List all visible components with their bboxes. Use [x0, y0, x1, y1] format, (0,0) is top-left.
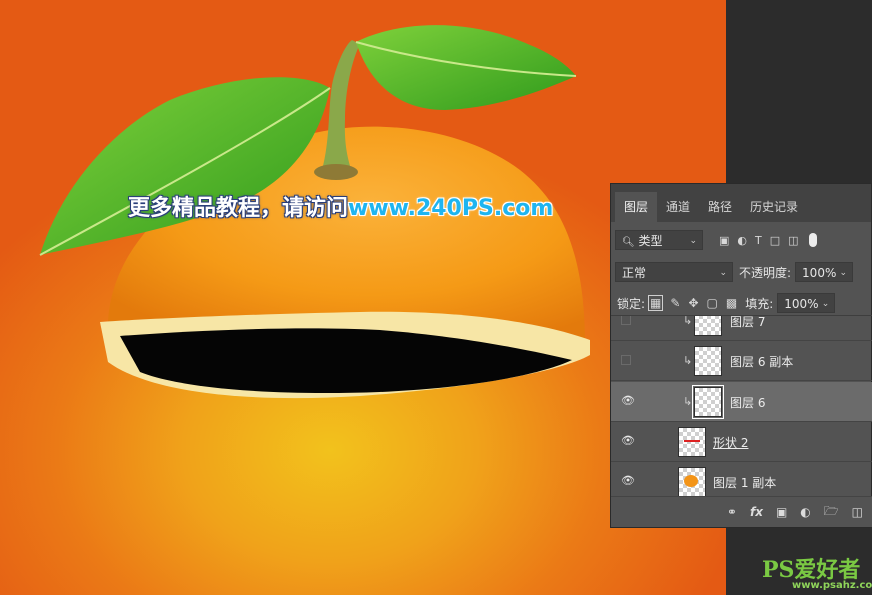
layer-thumbnail: [678, 467, 706, 496]
tab-paths[interactable]: 路径: [699, 192, 741, 222]
clip-arrow-icon: ↳: [683, 395, 693, 408]
layer-row-7[interactable]: ↳ 图层 7: [611, 316, 872, 341]
mask-icon[interactable]: ▣: [776, 505, 787, 519]
filter-icons: ▣ ◐ T □ ◫: [719, 234, 799, 247]
shape-filter-icon[interactable]: □: [770, 234, 780, 247]
filter-row: 🔍︎ 类型 ⌄ ▣ ◐ T □ ◫: [611, 230, 872, 250]
opacity-label: 不透明度:: [739, 265, 792, 280]
clip-arrow-icon: ↳: [683, 354, 693, 367]
watermark: PS爱好者 www.psahz.com: [762, 552, 872, 591]
search-icon: 🔍︎: [622, 237, 635, 248]
layer-thumbnail: [678, 427, 706, 457]
lock-position-icon[interactable]: ✥: [688, 296, 698, 310]
tab-layers[interactable]: 图层: [615, 192, 658, 222]
adjustment-icon[interactable]: ◐: [800, 505, 810, 519]
chevron-down-icon: ⌄: [689, 236, 697, 246]
tab-history[interactable]: 历史记录: [741, 192, 807, 222]
layer-thumbnail: [692, 385, 724, 419]
fill-input[interactable]: 100% ⌄: [777, 293, 836, 313]
fill-value: 100%: [784, 297, 819, 311]
promo-url: www.240PS.com: [348, 196, 554, 221]
layers-panel: 图层 通道 路径 历史记录 🔍︎ 类型 ⌄ ▣ ◐ T □ ◫ 正常 ⌄ 不透明…: [610, 183, 872, 528]
watermark-url: www.psahz.com: [792, 580, 872, 591]
folder-icon[interactable]: 🗁︎: [824, 502, 839, 523]
clip-arrow-icon: ↳: [683, 316, 693, 327]
promo-text-part1: 更多精品教程，请访问: [128, 196, 349, 221]
panel-tabs: 图层 通道 路径 历史记录: [611, 184, 871, 222]
blend-mode-value: 正常: [622, 266, 647, 280]
layer-name[interactable]: 图层 6: [730, 394, 765, 411]
orange-thumbnail-icon: [684, 475, 698, 487]
eye-icon[interactable]: 👁︎: [621, 435, 635, 447]
opacity-value: 100%: [802, 266, 837, 280]
chevron-down-icon: ⌄: [821, 299, 830, 309]
filter-toggle[interactable]: [808, 233, 817, 247]
blend-mode-select[interactable]: 正常 ⌄: [615, 262, 733, 282]
layer-thumbnail: [694, 346, 722, 376]
link-icon[interactable]: ⚭: [727, 505, 737, 519]
layer-name[interactable]: 图层 1 副本: [713, 474, 776, 491]
eye-icon[interactable]: 👁︎: [621, 475, 635, 487]
promo-text: 更多精品教程，请访问www.240PS.com: [128, 190, 553, 222]
lock-all-icon[interactable]: ▩: [726, 296, 737, 310]
chevron-down-icon: ⌄: [719, 268, 727, 278]
lock-pixels-icon[interactable]: ✎: [670, 296, 680, 310]
layer-row-6[interactable]: 👁︎ ↳ 图层 6: [611, 382, 872, 422]
right-leaf: [356, 25, 576, 110]
fill-label: 填充:: [745, 296, 774, 311]
layer-thumbnail: [694, 316, 722, 336]
lock-row: 锁定: ▦ ✎ ✥ ▢ ▩ 填充: 100% ⌄: [611, 293, 872, 313]
opacity-input[interactable]: 100% ⌄: [795, 262, 854, 282]
layer-name[interactable]: 图层 7: [730, 316, 765, 330]
smart-object-filter-icon[interactable]: ◫: [788, 234, 798, 247]
new-layer-icon[interactable]: ◫: [852, 505, 863, 519]
layer-name[interactable]: 图层 6 副本: [730, 353, 793, 370]
lock-icons: ▦ ✎ ✥ ▢ ▩: [648, 295, 737, 311]
blend-row: 正常 ⌄ 不透明度: 100% ⌄: [611, 262, 872, 282]
fx-icon[interactable]: fx: [750, 505, 763, 519]
image-filter-icon[interactable]: ▣: [719, 234, 729, 247]
layer-name[interactable]: 形状 2: [713, 434, 748, 451]
layer-row-1-copy[interactable]: 👁︎ 图层 1 副本: [611, 462, 872, 496]
layer-list: ↳ 图层 7 ↳ 图层 6 副本 👁︎ ↳ 图层 6 👁︎ 形状 2 👁︎ 图层…: [611, 316, 872, 496]
tab-channels[interactable]: 通道: [657, 192, 699, 222]
layer-row-6-copy[interactable]: ↳ 图层 6 副本: [611, 341, 872, 381]
type-filter-icon[interactable]: T: [755, 234, 762, 247]
filter-kind-select[interactable]: 🔍︎ 类型 ⌄: [615, 230, 703, 250]
lock-label: 锁定:: [617, 296, 646, 311]
layer-row-shape-2[interactable]: 👁︎ 形状 2: [611, 422, 872, 462]
lock-artboard-icon[interactable]: ▢: [707, 296, 718, 310]
panel-footer: ⚭ fx ▣ ◐ 🗁︎ ◫: [611, 496, 872, 527]
visibility-off-box[interactable]: [621, 316, 631, 325]
adjustment-filter-icon[interactable]: ◐: [737, 234, 747, 247]
lock-transparency-icon[interactable]: ▦: [648, 295, 664, 311]
visibility-off-box[interactable]: [621, 355, 631, 365]
filter-kind-label: 类型: [638, 234, 663, 248]
eye-icon[interactable]: 👁︎: [621, 395, 635, 407]
shape-stroke-icon: [684, 440, 700, 442]
chevron-down-icon: ⌄: [839, 268, 848, 278]
